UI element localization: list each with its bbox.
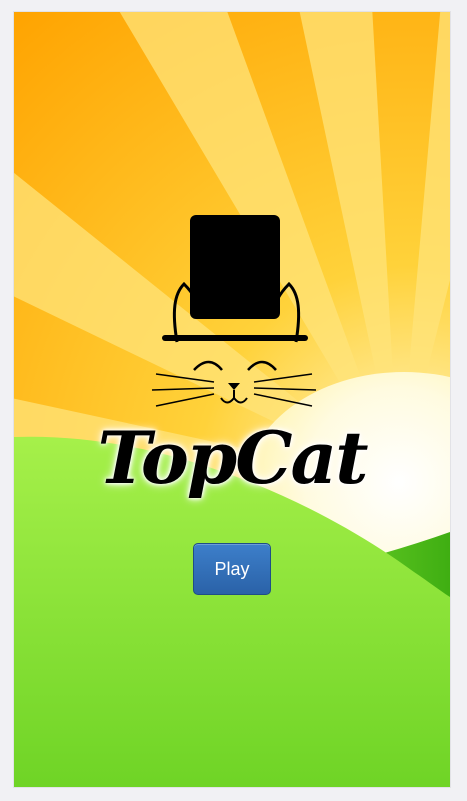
game-screen: TopCat Play bbox=[14, 12, 450, 787]
play-button[interactable]: Play bbox=[193, 543, 271, 595]
sunburst-background bbox=[14, 12, 450, 787]
game-title: TopCat bbox=[97, 415, 369, 500]
